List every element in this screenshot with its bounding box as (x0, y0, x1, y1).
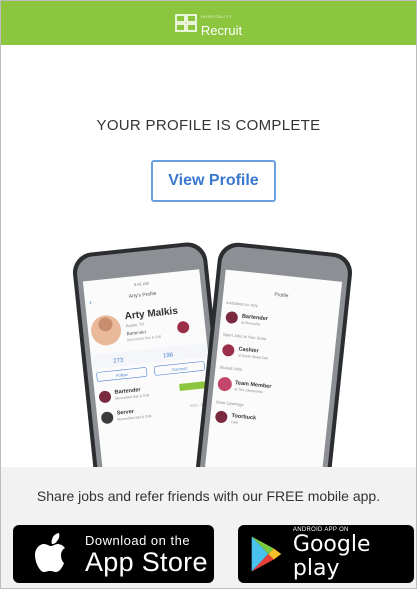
header-bar: HOSPITALITY Recruit (1, 1, 416, 45)
google-play-big-text: Google play (292, 532, 371, 581)
phones-illustration: 9:41 AM Arty's Profile ‹ Arty Malkis Aus… (72, 242, 353, 467)
google-play-badge[interactable]: ANDROID APP ON Google play (238, 525, 414, 583)
phones-mockup: 9:41 AM Arty's Profile ‹ Arty Malkis Aus… (0, 225, 417, 467)
app-store-small-text: Download on the (85, 532, 191, 548)
right-phone: Profile Invitations to: Arty Bartender a… (194, 242, 353, 467)
right-item-sub-7: Cafe (231, 420, 239, 425)
recruit-logo-icon (175, 14, 197, 32)
app-store-big-text: App Store (85, 546, 208, 577)
left-stat-1: 273 (113, 358, 124, 365)
page-title: YOUR PROFILE IS COMPLETE (96, 117, 321, 134)
view-profile-button[interactable]: View Profile (151, 160, 276, 202)
brand-name: Recruit (200, 22, 243, 38)
google-play-icon (251, 536, 282, 572)
apple-icon (35, 533, 65, 572)
app-store-badge[interactable]: Download on the App Store (13, 525, 214, 583)
left-stat-2: 196 (163, 352, 174, 359)
brand-tagline: HOSPITALITY (200, 13, 233, 19)
share-text: Share jobs and refer friends with our FR… (36, 488, 381, 504)
brand-logo: HOSPITALITY Recruit (201, 10, 242, 37)
